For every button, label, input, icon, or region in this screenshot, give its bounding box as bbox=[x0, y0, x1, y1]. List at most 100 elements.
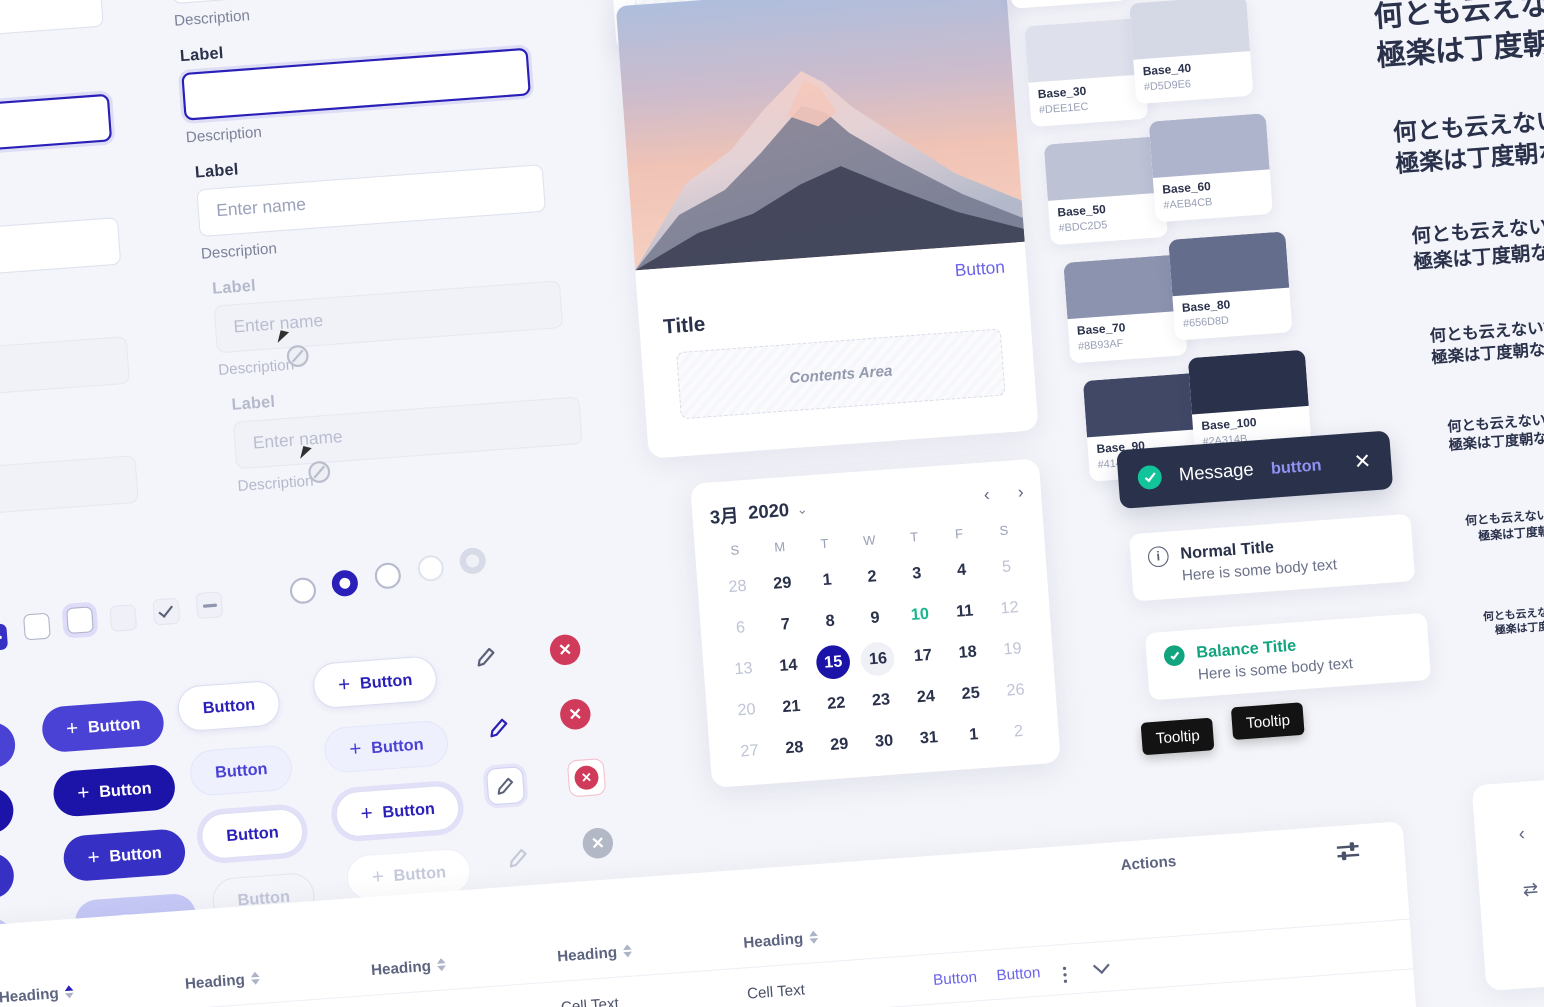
calendar-day[interactable]: 26 bbox=[992, 672, 1039, 709]
color-swatch[interactable]: Base_70 #8B93AF bbox=[1063, 254, 1188, 364]
primary-icon-button-active[interactable]: + Button bbox=[62, 827, 188, 883]
color-swatch[interactable]: Base_50 #BDC2D5 bbox=[1043, 136, 1168, 246]
row-menu-button[interactable] bbox=[1062, 954, 1096, 984]
calendar-day[interactable]: 7 bbox=[762, 606, 809, 643]
date-picker[interactable]: 3月 2020 ⌄ ‹ › S M T W T F S 28 29 1 2 3 4 5 6 7 8 9 10 11 12… bbox=[690, 458, 1061, 789]
calendar-day[interactable]: 25 bbox=[947, 675, 994, 712]
calendar-day[interactable]: 29 bbox=[816, 726, 863, 763]
edit-icon-button[interactable] bbox=[466, 637, 505, 676]
color-swatch[interactable]: Base_30 #DEE1EC bbox=[1024, 17, 1149, 128]
sort-icon[interactable] bbox=[250, 971, 261, 986]
delete-icon-button-hover[interactable]: ✕ bbox=[559, 698, 592, 731]
calendar-day[interactable]: 11 bbox=[941, 593, 988, 630]
calendar-day[interactable]: 19 bbox=[989, 631, 1036, 668]
sort-icon[interactable] bbox=[809, 930, 819, 945]
table-heading[interactable]: Heading bbox=[370, 947, 557, 978]
calendar-grid[interactable]: S M T W T F S 28 29 1 2 3 4 5 6 7 8 9 10 11 12 13 14 15 16 17 18 19… bbox=[712, 521, 1042, 769]
calendar-day[interactable]: 4 bbox=[938, 552, 985, 589]
sort-icon[interactable] bbox=[622, 944, 633, 958]
calendar-day[interactable]: 1 bbox=[950, 716, 997, 753]
delete-icon-button[interactable]: ✕ bbox=[548, 633, 582, 667]
secondary-icon-button-hover[interactable]: + Button bbox=[322, 719, 451, 774]
swatch-chip bbox=[1043, 136, 1165, 201]
calendar-day[interactable]: 18 bbox=[944, 634, 991, 671]
calendar-day[interactable]: 28 bbox=[714, 568, 761, 605]
edit-icon-button-focused[interactable] bbox=[485, 766, 526, 806]
checkbox-unchecked[interactable] bbox=[22, 612, 51, 641]
calendar-day[interactable]: 1 bbox=[804, 562, 851, 599]
calendar-day[interactable]: 9 bbox=[851, 599, 898, 636]
calendar-day[interactable]: 23 bbox=[857, 682, 904, 719]
delete-icon-button-focused[interactable]: ✕ bbox=[566, 757, 607, 798]
secondary-button[interactable]: Button bbox=[176, 679, 282, 733]
calendar-day[interactable]: 16 bbox=[854, 640, 901, 677]
form-field[interactable]: Label Enter name Description bbox=[194, 138, 547, 262]
primary-button[interactable]: Button bbox=[0, 720, 18, 774]
primary-icon-button[interactable]: + Button bbox=[40, 698, 166, 754]
radio-hover[interactable] bbox=[373, 561, 402, 590]
form-field[interactable]: Label Enter name Description bbox=[0, 191, 123, 315]
edit-icon-button-hover[interactable] bbox=[479, 708, 518, 747]
sort-icon[interactable] bbox=[64, 985, 75, 999]
calendar-day[interactable]: 22 bbox=[813, 685, 860, 722]
primary-icon-button-hover[interactable]: + Button bbox=[51, 763, 177, 818]
table-heading[interactable]: Heading bbox=[0, 975, 186, 1006]
prev-month-button[interactable]: ‹ bbox=[983, 485, 990, 505]
calendar-day[interactable]: 14 bbox=[765, 647, 812, 684]
row-menu-button[interactable] bbox=[1066, 1003, 1100, 1007]
toast-action-button[interactable]: button bbox=[1270, 456, 1322, 478]
calendar-day[interactable]: 3 bbox=[893, 555, 940, 592]
calendar-day[interactable]: 27 bbox=[726, 733, 773, 770]
calendar-day[interactable]: 29 bbox=[759, 565, 806, 602]
row-action-button[interactable]: Button bbox=[996, 963, 1041, 984]
radio-unchecked[interactable] bbox=[289, 576, 317, 605]
color-swatch[interactable]: Base_10#F1F3F9 bbox=[1004, 0, 1129, 9]
row-action-button[interactable]: Button bbox=[932, 967, 977, 988]
table-heading[interactable]: Heading bbox=[184, 961, 371, 992]
radio-checked[interactable] bbox=[330, 569, 359, 598]
calendar-day[interactable]: 17 bbox=[899, 637, 946, 674]
primary-button-active[interactable]: Button bbox=[0, 851, 16, 905]
calendar-day[interactable]: 28 bbox=[771, 729, 818, 766]
calendar-day[interactable]: 20 bbox=[723, 691, 770, 728]
color-swatch[interactable]: Base_40 #D5D9E6 bbox=[1129, 0, 1254, 105]
form-field[interactable]: Label Enter name Description bbox=[167, 0, 520, 29]
heading-label: Heading bbox=[0, 984, 60, 1006]
calendar-day[interactable]: 2 bbox=[848, 558, 895, 595]
calendar-day[interactable]: 6 bbox=[717, 609, 764, 646]
primary-button-hover[interactable]: Button bbox=[0, 786, 16, 839]
card-action-button[interactable]: Button bbox=[954, 259, 1005, 282]
calendar-day[interactable]: 31 bbox=[905, 719, 952, 756]
form-field-focused[interactable]: Label Description bbox=[0, 68, 114, 192]
calendar-day[interactable]: 2 bbox=[995, 713, 1042, 750]
secondary-icon-button-focused[interactable]: + Button bbox=[334, 783, 462, 839]
calendar-day[interactable]: 8 bbox=[807, 603, 854, 640]
calendar-day[interactable]: 30 bbox=[860, 723, 907, 760]
calendar-day[interactable]: 15 bbox=[810, 644, 857, 681]
form-field-focused[interactable]: Label Description bbox=[179, 22, 532, 146]
calendar-day[interactable]: 12 bbox=[986, 589, 1033, 626]
calendar-day[interactable]: 10 bbox=[896, 596, 943, 633]
form-field[interactable]: Label Enter name Description bbox=[0, 0, 106, 77]
prev-page-button[interactable]: ‹ bbox=[1518, 823, 1526, 845]
checkbox-focused[interactable] bbox=[66, 606, 94, 635]
table-settings-button[interactable] bbox=[1334, 839, 1362, 868]
table-heading[interactable]: Heading bbox=[743, 920, 930, 951]
color-swatch[interactable]: Base_80 #656D8D bbox=[1168, 231, 1293, 341]
checkbox-indeterminate[interactable] bbox=[0, 623, 9, 652]
sort-icon[interactable] bbox=[436, 957, 447, 972]
chevron-down-icon[interactable]: ⌄ bbox=[796, 501, 808, 517]
table-heading[interactable]: Heading bbox=[557, 934, 744, 965]
secondary-button-focused[interactable]: Button bbox=[199, 807, 306, 861]
secondary-icon-button[interactable]: + Button bbox=[311, 654, 439, 710]
row-expand-button[interactable] bbox=[1092, 955, 1129, 977]
calendar-day[interactable]: 5 bbox=[983, 548, 1030, 585]
close-icon[interactable]: ✕ bbox=[1353, 449, 1372, 475]
secondary-button-hover[interactable]: Button bbox=[188, 743, 294, 797]
swap-icon[interactable]: ⇄ bbox=[1522, 879, 1539, 902]
calendar-day[interactable]: 21 bbox=[768, 688, 815, 725]
next-month-button[interactable]: › bbox=[1017, 483, 1024, 503]
color-swatch[interactable]: Base_60 #AEB4CB bbox=[1148, 113, 1273, 223]
calendar-day[interactable]: 13 bbox=[720, 650, 767, 687]
calendar-day[interactable]: 24 bbox=[902, 678, 949, 715]
